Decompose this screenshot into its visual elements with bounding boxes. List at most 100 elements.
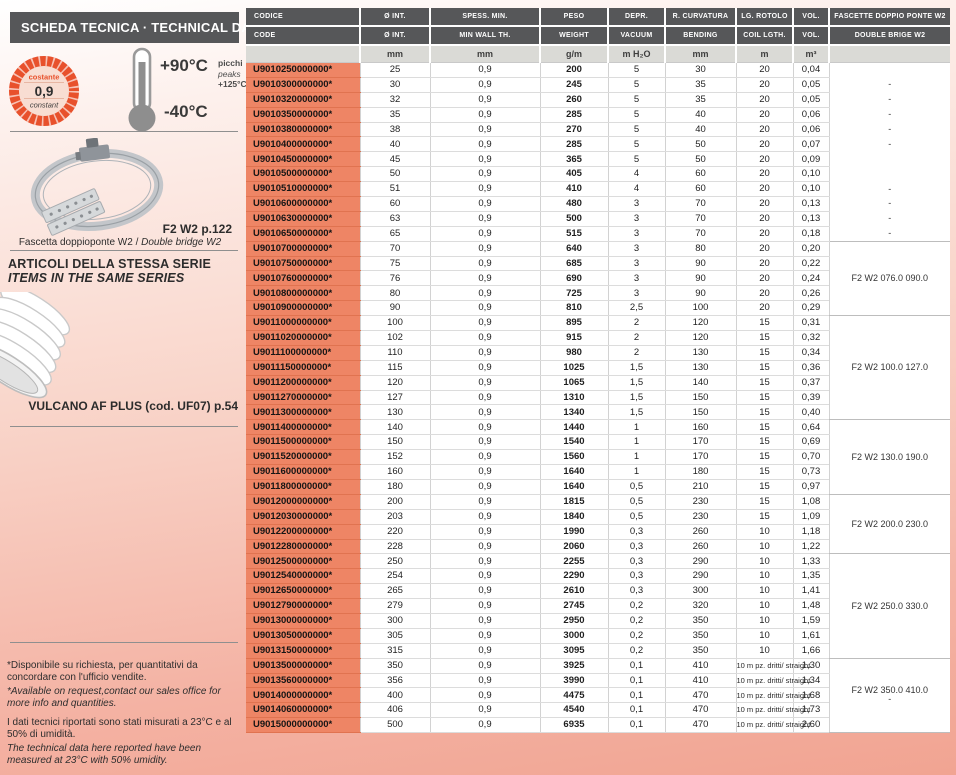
cell-fascette: - [829,92,950,107]
clamp-caption-en: Double bridge W2 [141,237,221,248]
footnotes: *Disponibile su richiesta, per quantitat… [7,660,233,769]
cell-weight: 915 [540,331,608,346]
cell-coil-length: 10 m pz. dritti/ straight [736,718,793,733]
cell-diameter: 140 [360,420,430,435]
col-vacuum-en: VACUUM [608,26,665,45]
cell-min-wall: 0,9 [430,211,540,226]
cell-weight: 1540 [540,435,608,450]
cell-min-wall: 0,9 [430,390,540,405]
divider [10,131,238,132]
col-diameter-en: Ø INT. [360,26,430,45]
cell-bending: 30 [665,63,736,78]
cell-vacuum: 0,3 [608,554,665,569]
cell-bending: 260 [665,539,736,554]
cell-code: U9010900000000* [246,301,360,316]
cell-min-wall: 0,9 [430,241,540,256]
cell-coil-length: 10 [736,554,793,569]
cell-diameter: 200 [360,494,430,509]
cell-fascette [829,63,950,78]
cell-volume: 0,05 [793,77,829,92]
cell-diameter: 65 [360,226,430,241]
cell-min-wall: 0,9 [430,509,540,524]
cell-coil-length: 10 m pz. dritti/ straight [736,688,793,703]
cell-coil-length: 15 [736,420,793,435]
cell-bending: 80 [665,241,736,256]
table-row: U9010350000000*350,9285540200,06- [246,107,950,122]
cell-weight: 1840 [540,509,608,524]
cell-volume: 0,09 [793,152,829,167]
cell-fascette [829,152,950,167]
cell-diameter: 500 [360,718,430,733]
cell-code: U9011520000000* [246,450,360,465]
cell-vacuum: 0,5 [608,494,665,509]
cell-weight: 2950 [540,613,608,628]
cell-min-wall: 0,9 [430,137,540,152]
cell-vacuum: 5 [608,152,665,167]
table-row: U9010650000000*650,9515370200,18- [246,226,950,241]
cell-weight: 1340 [540,405,608,420]
cell-diameter: 300 [360,613,430,628]
cell-coil-length: 10 [736,524,793,539]
cell-coil-length: 20 [736,122,793,137]
col-fascette-it: FASCETTE DOPPIO PONTE W2 [829,8,950,26]
cell-vacuum: 2 [608,316,665,331]
table-row: U9010500000000*500,9405460200,10 [246,167,950,182]
cell-coil-length: 20 [736,77,793,92]
cell-coil-length: 15 [736,390,793,405]
cell-min-wall: 0,9 [430,226,540,241]
cell-weight: 3000 [540,628,608,643]
cell-fascette-group: F2 W2 076.0 090.0 [829,241,950,315]
cell-code: U9014000000000* [246,688,360,703]
cell-bending: 470 [665,718,736,733]
cell-coil-length: 20 [736,167,793,182]
cell-code: U9010600000000* [246,197,360,212]
cell-code: U9011200000000* [246,375,360,390]
cell-min-wall: 0,9 [430,643,540,658]
cell-code: U9011400000000* [246,420,360,435]
cell-weight: 500 [540,211,608,226]
cell-code: U9011500000000* [246,435,360,450]
cell-code: U9012790000000* [246,599,360,614]
cell-bending: 290 [665,554,736,569]
cell-code: U9010700000000* [246,241,360,256]
cell-volume: 1,18 [793,524,829,539]
cell-volume: 0,06 [793,122,829,137]
cell-min-wall: 0,9 [430,122,540,137]
cell-code: U9010250000000* [246,63,360,78]
cell-code: U9010450000000* [246,152,360,167]
col-min-wall-unit: mm [430,45,540,63]
cell-diameter: 254 [360,569,430,584]
cell-volume: 0,97 [793,479,829,494]
cell-diameter: 38 [360,122,430,137]
cell-bending: 210 [665,479,736,494]
cell-vacuum: 4 [608,167,665,182]
cell-code: U9011100000000* [246,345,360,360]
cell-min-wall: 0,9 [430,107,540,122]
cell-bending: 300 [665,584,736,599]
table-row: U9010250000000*250,9200530200,04 [246,63,950,78]
cell-code: U9010750000000* [246,256,360,271]
cell-vacuum: 0,2 [608,599,665,614]
cell-coil-length: 20 [736,63,793,78]
cell-diameter: 120 [360,375,430,390]
col-diameter-unit: mm [360,45,430,63]
cell-vacuum: 3 [608,271,665,286]
cell-diameter: 356 [360,673,430,688]
divider [10,642,238,643]
cell-bending: 90 [665,286,736,301]
cell-vacuum: 0,3 [608,539,665,554]
cell-weight: 810 [540,301,608,316]
cell-volume: 1,09 [793,509,829,524]
cell-volume: 0,22 [793,256,829,271]
cell-vacuum: 0,1 [608,658,665,673]
cell-weight: 1310 [540,390,608,405]
cell-fascette: - [829,211,950,226]
cell-coil-length: 10 [736,613,793,628]
col-weight-en: WEIGHT [540,26,608,45]
header-row-it: CODICEØ INT.SPESS. MIN.PESODEPR.R. CURVA… [246,8,950,26]
cell-bending: 90 [665,256,736,271]
cell-diameter: 70 [360,241,430,256]
cell-volume: 0,64 [793,420,829,435]
cell-diameter: 220 [360,524,430,539]
cell-bending: 50 [665,152,736,167]
